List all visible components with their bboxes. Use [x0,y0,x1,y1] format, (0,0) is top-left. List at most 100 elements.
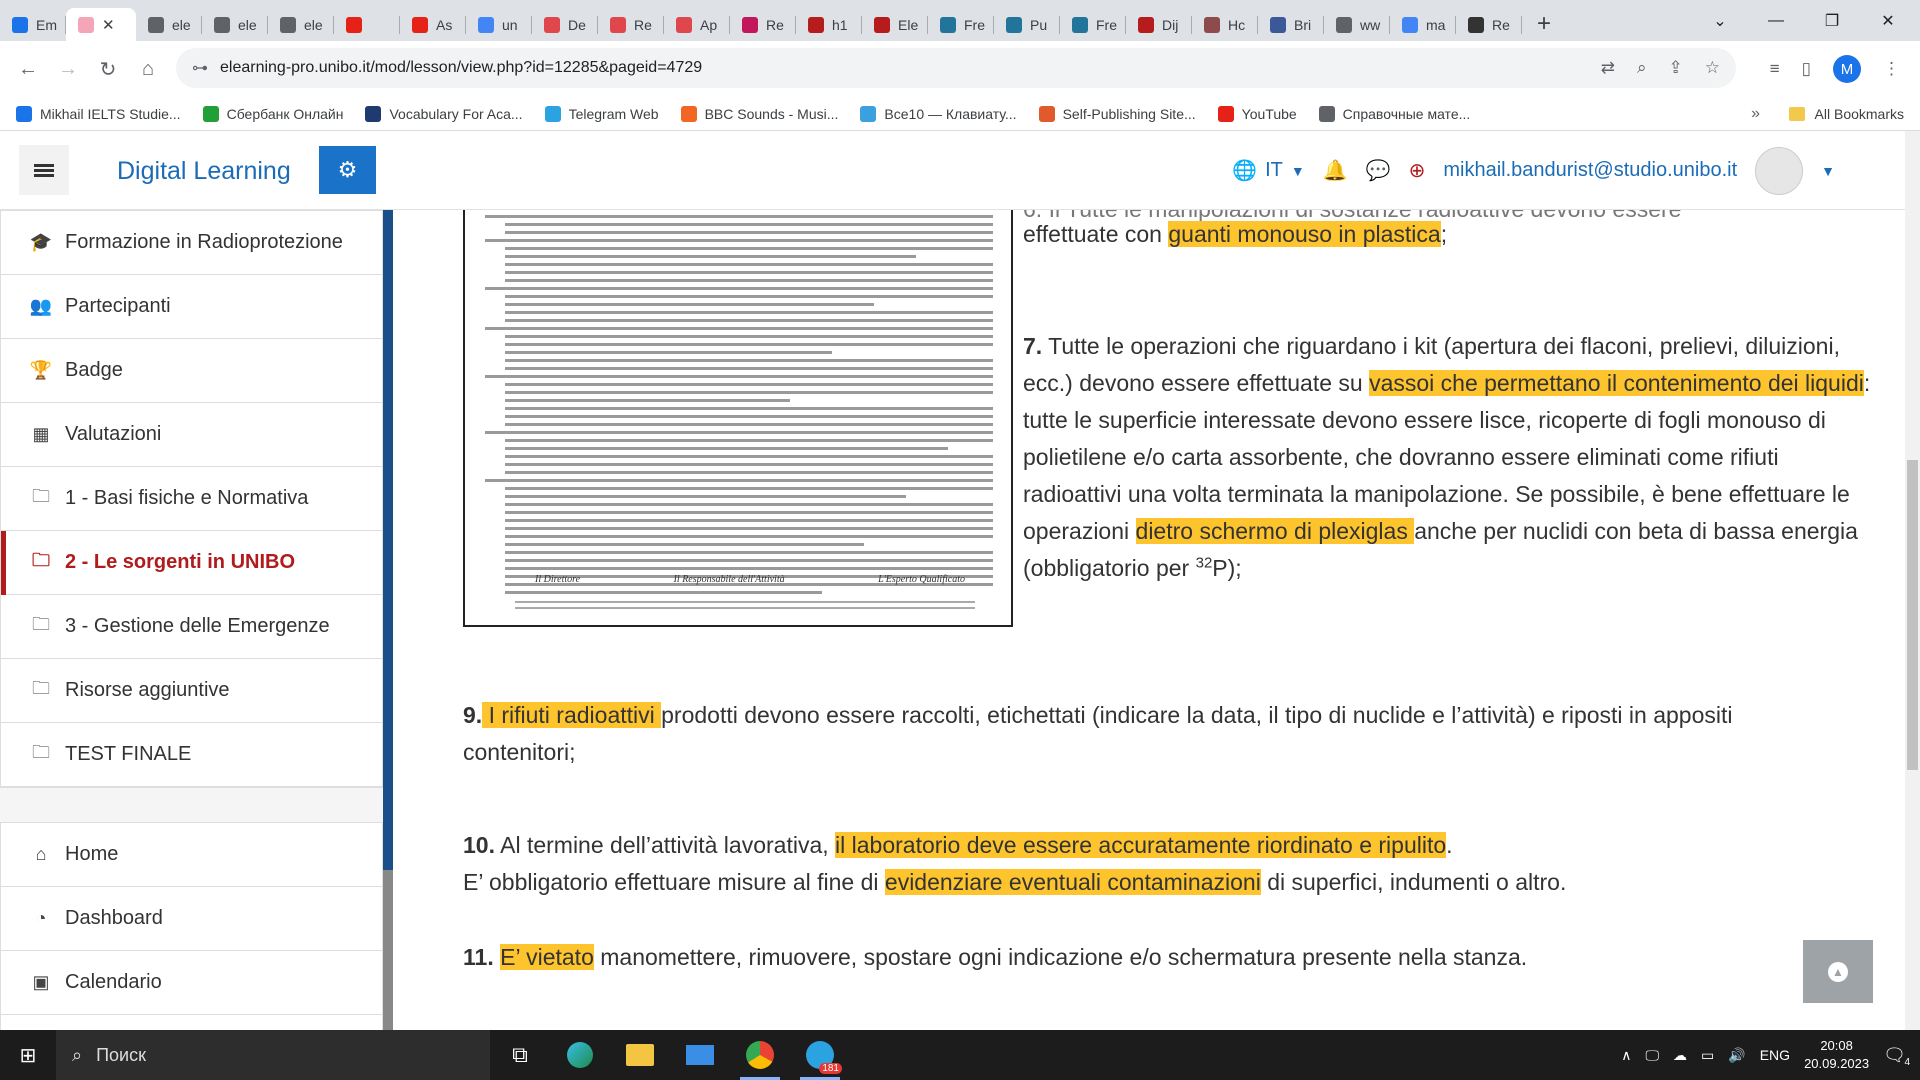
bookmark-star-icon[interactable]: ☆ [1705,58,1720,78]
network-icon[interactable]: 🖵 [1646,1047,1660,1064]
sidebar-item[interactable]: 🗀 3 - Gestione delle Emergenze [1,595,382,659]
browser-tab[interactable]: ✕ [66,8,136,41]
mail-icon[interactable] [670,1030,730,1080]
sidebar-item[interactable]: 🗋File personali [1,1015,382,1030]
url-text[interactable]: elearning-pro.unibo.it/mod/lesson/view.p… [220,59,702,77]
course-settings-button[interactable]: ⚙ [319,146,376,194]
browser-tab[interactable]: Em [0,8,66,41]
task-view-icon[interactable]: ⧉ [490,1030,550,1080]
windows-start-button[interactable]: ⊞ [0,1030,56,1080]
bookmark-item[interactable]: Mikhail IELTS Studie... [16,105,181,122]
home-button[interactable]: ⌂ [128,49,168,89]
sidebar-item-label: Valutazioni [65,423,162,445]
sidebar-item[interactable]: 🗀 Risorse aggiuntive [1,659,382,723]
browser-tab[interactable]: un [466,8,532,41]
page-scrollbar-thumb[interactable] [1907,460,1918,770]
bookmark-item[interactable]: Vocabulary For Aca... [365,105,523,122]
browser-tab[interactable]: Pu [994,8,1060,41]
tray-expand-icon[interactable]: ∧ [1621,1047,1631,1064]
bookmark-item[interactable]: Сбербанк Онлайн [202,105,343,122]
edge-icon[interactable] [550,1030,610,1080]
side-panel-icon[interactable]: ▯ [1802,59,1811,79]
restore-button[interactable]: ❐ [1804,0,1860,41]
user-email[interactable]: mikhail.bandurist@studio.unibo.it [1443,159,1737,182]
bookmark-item[interactable]: BBC Sounds - Musi... [680,105,838,122]
browser-tab[interactable]: Re [598,8,664,41]
browser-tab[interactable]: Fre [1060,8,1126,41]
translate-icon[interactable]: ⇄ [1601,58,1615,78]
sidebar-item[interactable]: 👥 Partecipanti [1,275,382,339]
language-menu[interactable]: 🌐 IT ▼ [1232,158,1305,183]
tab-favicon-icon [808,16,824,33]
bookmark-item[interactable]: Справочные мате... [1318,105,1470,122]
browser-tab[interactable]: Re [730,8,796,41]
tab-search-chevron-icon[interactable]: ⌄ [1692,0,1748,41]
browser-tab[interactable]: Re [1456,8,1522,41]
site-info-icon[interactable]: ⊶ [192,58,208,78]
messages-icon[interactable]: 💬 [1366,158,1391,183]
chrome-icon[interactable] [730,1030,790,1080]
zoom-icon[interactable]: ⌕ [1637,58,1647,78]
file-explorer-icon[interactable] [610,1030,670,1080]
cloud-icon[interactable]: ☁ [1673,1047,1687,1064]
close-window-button[interactable]: ✕ [1860,0,1916,41]
notifications-bell-icon[interactable]: 🔔 [1323,158,1348,183]
bookmark-item[interactable]: Все10 — Клавиату... [860,105,1017,122]
browser-tab[interactable]: ww [1324,8,1390,41]
browser-tab[interactable]: ma [1390,8,1456,41]
sidebar-item[interactable]: ◔ Dashboard [1,887,382,951]
browser-tab[interactable]: As [400,8,466,41]
browser-tab[interactable]: De [532,8,598,41]
share-icon[interactable]: ⇪ [1669,58,1683,78]
profile-avatar[interactable]: M [1833,55,1861,83]
browser-tab[interactable] [334,8,400,41]
sidebar-item[interactable]: ⌂ Home [1,823,382,887]
user-menu-chevron-icon[interactable]: ▼ [1821,163,1835,179]
drawer-toggle-button[interactable] [19,145,69,195]
media-control-icon[interactable]: ≡ [1770,59,1780,79]
browser-tab[interactable]: Fre [928,8,994,41]
address-bar[interactable]: ⊶ elearning-pro.unibo.it/mod/lesson/view… [176,48,1736,88]
browser-tab[interactable]: Ele [862,8,928,41]
sidebar-item[interactable]: 🏆 Badge [1,339,382,403]
forward-button[interactable]: → [48,49,88,89]
tab-title: Dij [1162,16,1179,33]
browser-tab[interactable]: ele [268,8,334,41]
browser-tab[interactable]: ele [136,8,202,41]
sidebar-item[interactable]: ▣ Calendario [1,951,382,1015]
battery-icon[interactable]: ▭ [1701,1047,1714,1064]
sidebar-item[interactable]: ▦ Valutazioni [1,403,382,467]
user-avatar[interactable] [1755,146,1804,195]
browser-tab[interactable]: ele [202,8,268,41]
browser-tab[interactable]: h1 [796,8,862,41]
sidebar-item[interactable]: 🗀 TEST FINALE [1,723,382,787]
input-language[interactable]: ENG [1760,1047,1790,1063]
taskbar-search[interactable]: ⌕ Поиск [56,1030,490,1080]
bookmark-item[interactable]: Self-Publishing Site... [1038,105,1196,122]
site-brand[interactable]: Digital Learning [117,157,291,186]
sidebar-scrollbar[interactable] [383,870,393,1030]
back-to-top-button[interactable]: ▲ [1803,940,1873,1003]
sidebar-item[interactable]: 🎓 Formazione in Radioprotezione [1,211,382,275]
bookmarks-overflow-button[interactable]: » [1751,97,1760,131]
all-bookmarks-button[interactable]: All Bookmarks [1788,97,1904,131]
sidebar-item[interactable]: 🗀 2 - Le sorgenti in UNIBO [1,531,382,595]
bookmark-item[interactable]: Telegram Web [544,105,659,122]
site-navbar: Digital Learning ⚙ 🌐 IT ▼ 🔔 💬 ⊕ mikhail.… [0,131,1905,210]
browser-tab[interactable]: Ap [664,8,730,41]
minimize-button[interactable]: — [1748,0,1804,41]
browser-tab[interactable]: Dij [1126,8,1192,41]
new-tab-button[interactable]: + [1526,8,1562,40]
reload-button[interactable]: ↻ [88,49,128,89]
volume-icon[interactable]: 🔊 [1728,1047,1745,1064]
telegram-icon[interactable]: 181 [790,1030,850,1080]
sidebar-item[interactable]: 🗀 1 - Basi fisiche e Normativa [1,467,382,531]
browser-tab[interactable]: Hc [1192,8,1258,41]
notifications-icon[interactable]: 🗨 4 [1883,1045,1910,1068]
bookmark-item[interactable]: YouTube [1217,105,1297,122]
back-button[interactable]: ← [8,49,48,89]
taskbar-clock[interactable]: 20:08 20.09.2023 [1804,1037,1869,1073]
browser-tab[interactable]: Bri [1258,8,1324,41]
browser-menu-icon[interactable]: ⋮ [1883,59,1900,79]
tab-close-icon[interactable]: ✕ [102,16,115,34]
